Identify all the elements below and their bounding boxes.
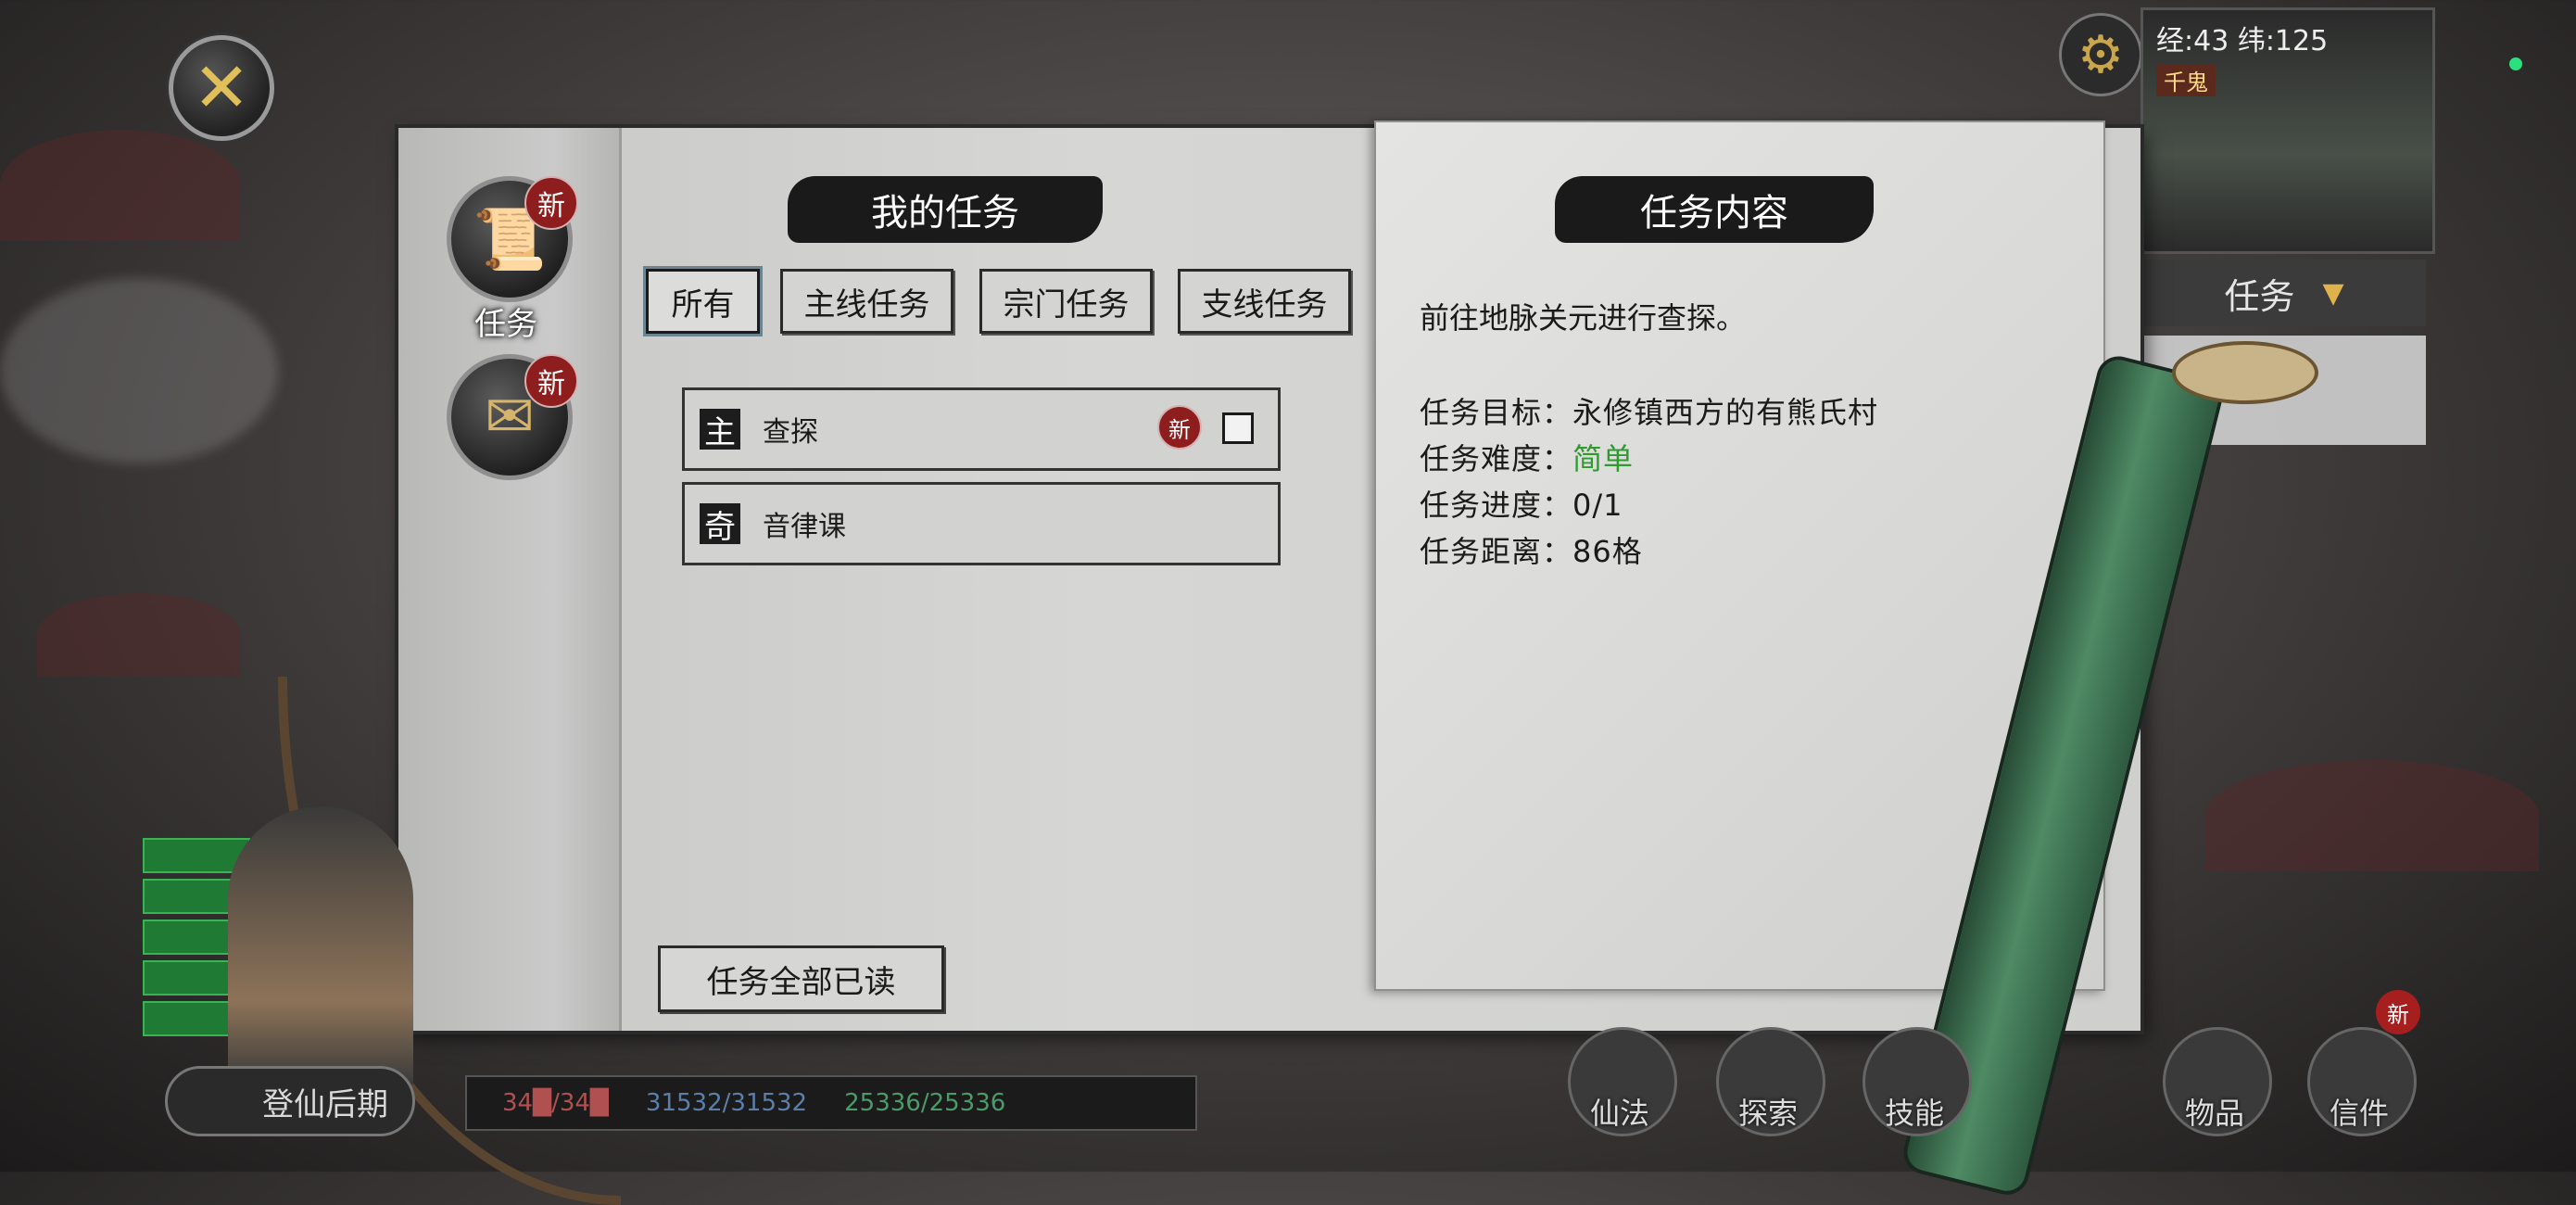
task-progress-label: 任务进度：	[1420, 488, 1573, 523]
task-difficulty-line: 任务难度：简单	[1420, 436, 1634, 478]
close-icon: ✕	[192, 48, 250, 128]
task-type-badge: 奇	[700, 503, 740, 546]
task-row[interactable]: 奇 音律课	[682, 482, 1281, 565]
sp-value: 25336/25336	[844, 1089, 1006, 1117]
filter-sect-quest[interactable]: 宗门任务	[979, 269, 1153, 334]
triangle-down-icon: ▼	[2322, 276, 2344, 310]
settings-button[interactable]: ⚙	[2059, 13, 2142, 96]
task-row[interactable]: 主 查探 新	[682, 387, 1281, 471]
minimap-coordinates: 经:43 纬:125	[2156, 25, 2329, 57]
new-badge: 新	[524, 354, 578, 408]
dock-skill-label: 技能	[1884, 1096, 1944, 1131]
map-mountain	[37, 593, 241, 677]
map-mist	[0, 278, 278, 463]
dock-spell-label: 仙法	[1589, 1096, 1649, 1131]
task-distance-line: 任务距离：86格	[1420, 528, 1643, 571]
connection-indicator	[2509, 57, 2522, 70]
task-name: 查探	[763, 416, 818, 449]
task-difficulty-value: 简单	[1572, 441, 1635, 476]
map-mountain	[2205, 760, 2539, 871]
task-goal-label: 任务目标：	[1420, 395, 1573, 430]
task-tracker-label: 任务	[2224, 275, 2295, 317]
task-type-badge: 主	[700, 409, 740, 451]
mp-value: 31532/31532	[645, 1089, 808, 1117]
gear-icon: ⚙	[2077, 24, 2125, 85]
task-goal-value: 永修镇西方的有熊氏村	[1572, 395, 1879, 430]
bamboo-scroll-cap	[2172, 341, 2318, 404]
tab-tasks-label: 任务	[474, 306, 537, 343]
filter-all[interactable]: 所有	[646, 269, 760, 334]
mark-all-read-button[interactable]: 任务全部已读	[658, 945, 944, 1012]
dock-explore-label: 探索	[1737, 1096, 1798, 1131]
dock-items-label: 物品	[2184, 1096, 2244, 1131]
new-badge: 新	[1157, 405, 1202, 450]
task-progress-line: 任务进度：0/1	[1420, 482, 1623, 525]
minimap-location: 千鬼	[2156, 64, 2216, 96]
close-button[interactable]: ✕	[169, 35, 274, 141]
character-portrait[interactable]	[228, 806, 413, 1084]
new-badge: 新	[524, 176, 578, 230]
filter-side-quest[interactable]: 支线任务	[1178, 269, 1351, 334]
vitals-bar: 34█/34█ 31532/31532 25336/25336	[465, 1075, 1197, 1131]
task-distance-value: 86格	[1572, 534, 1643, 569]
task-description: 前往地脉关元进行查探。	[1420, 300, 1747, 336]
task-distance-label: 任务距离：	[1420, 534, 1573, 569]
hp-value: 34█/34█	[502, 1089, 609, 1117]
new-badge: 新	[2376, 990, 2420, 1034]
dock-mail-label: 信件	[2329, 1096, 2389, 1131]
task-name: 音律课	[763, 511, 846, 543]
task-progress-value: 0/1	[1572, 488, 1623, 523]
filter-main-quest[interactable]: 主线任务	[780, 269, 953, 334]
task-track-checkbox[interactable]	[1222, 412, 1254, 444]
realm-button[interactable]: 登仙后期	[165, 1066, 415, 1136]
minimap[interactable]: 经:43 纬:125 千鬼	[2140, 7, 2435, 254]
task-difficulty-label: 任务难度：	[1420, 441, 1573, 476]
map-mountain	[0, 130, 241, 241]
task-list-title: 我的任务	[788, 176, 1103, 243]
task-tracker-toggle[interactable]: 任务 ▼	[2142, 260, 2426, 326]
task-goal-line: 任务目标：永修镇西方的有熊氏村	[1420, 389, 1878, 432]
task-detail-title: 任务内容	[1555, 176, 1874, 243]
